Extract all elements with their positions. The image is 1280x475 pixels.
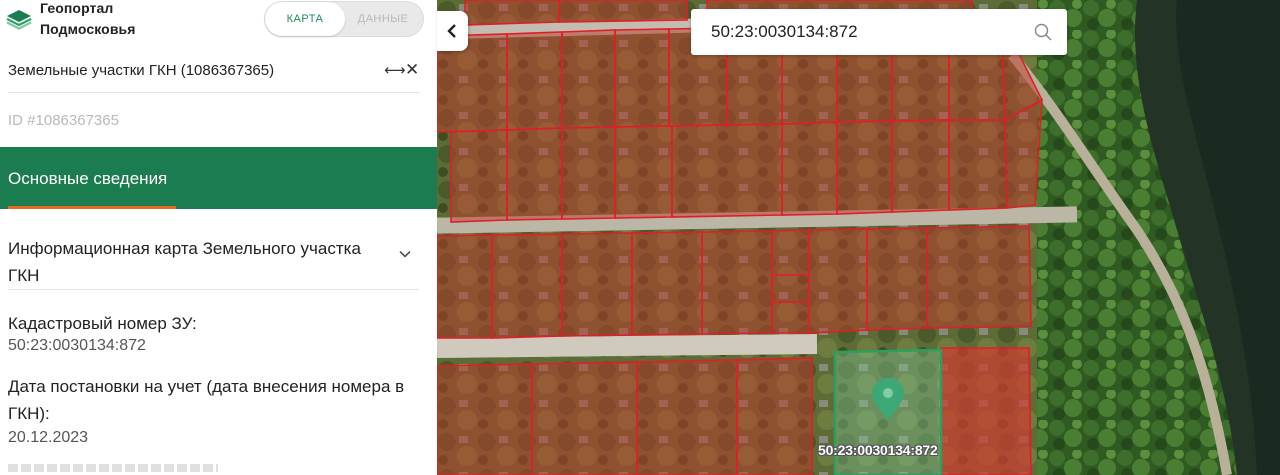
parcel [506, 31, 563, 131]
toggle-data[interactable]: ДАННЫЕ [343, 2, 423, 36]
parcel [531, 361, 638, 475]
parcel [948, 119, 1008, 211]
next-field-label-partial [8, 464, 218, 472]
map-canvas[interactable] [437, 0, 1280, 475]
parcel [891, 119, 950, 213]
layers-logo-icon [6, 10, 32, 30]
logo-line-2: Подмосковья [40, 21, 136, 37]
layer-header: Земельные участки ГКН (1086367365) ⟷ ✕ [8, 60, 420, 93]
parcel [614, 125, 673, 219]
parcel [614, 28, 670, 128]
parcel [464, 0, 560, 26]
parcel [940, 347, 1032, 475]
parcel [781, 121, 838, 216]
parcel [701, 230, 773, 335]
close-icon[interactable]: ✕ [405, 60, 419, 80]
satellite-map[interactable] [437, 0, 1280, 475]
top-bar: Геопортал Подмосковья ДАННЫЕ КАРТА [0, 0, 437, 46]
parcel [736, 357, 813, 475]
parcel [926, 225, 1032, 329]
registration-date-label: Дата постановки на учет (дата внесения н… [8, 377, 405, 423]
parcel [437, 234, 493, 339]
registration-date-value: 20.12.2023 [8, 429, 89, 446]
chevron-down-icon [399, 250, 411, 258]
active-tab-indicator [8, 206, 176, 209]
parcel [491, 233, 563, 339]
parcel [450, 129, 508, 223]
view-toggle: ДАННЫЕ КАРТА [264, 1, 424, 37]
accordion-info-card[interactable]: Информационная карта Земельного участка … [8, 232, 419, 290]
cadastral-number-value: 50:23:0030134:872 [8, 337, 146, 354]
parcel [1004, 98, 1043, 209]
cadastral-number-label: Кадастровый номер ЗУ: [8, 314, 197, 333]
parcel [437, 363, 533, 475]
expand-arrows-icon[interactable]: ⟷ [384, 61, 406, 79]
logo-line-1: Геопортал [40, 0, 114, 16]
parcel [506, 127, 563, 221]
toggle-map[interactable]: КАРТА [265, 2, 345, 36]
app-logo-text[interactable]: Геопортал Подмосковья [40, 0, 136, 40]
section-tabbar: Основные сведения [0, 147, 437, 209]
parcel [636, 359, 738, 475]
parcel [771, 229, 810, 334]
parcel [808, 228, 868, 334]
tab-main-info[interactable]: Основные сведения [8, 169, 167, 189]
parcel [631, 231, 703, 336]
parcel [671, 123, 783, 218]
parcel [561, 232, 633, 337]
chevron-left-icon [447, 24, 456, 38]
selected-parcel-label: 50:23:0030134:872 [818, 442, 938, 458]
layer-title: Земельные участки ГКН (1086367365) [8, 62, 275, 79]
parcel [836, 120, 893, 215]
parcel [558, 0, 688, 23]
object-id: ID #1086367365 [8, 112, 119, 129]
search-input[interactable] [711, 19, 1021, 45]
parcel [866, 227, 928, 331]
parcel [561, 126, 616, 220]
search-icon[interactable] [1034, 23, 1052, 41]
accordion-title: Информационная карта Земельного участка … [8, 239, 361, 285]
cadastral-parcels [437, 0, 1044, 475]
collapse-panel-button[interactable] [437, 11, 468, 51]
map-search-box [691, 9, 1067, 55]
side-panel: Геопортал Подмосковья ДАННЫЕ КАРТА Земел… [0, 0, 437, 475]
parcel [561, 29, 616, 129]
